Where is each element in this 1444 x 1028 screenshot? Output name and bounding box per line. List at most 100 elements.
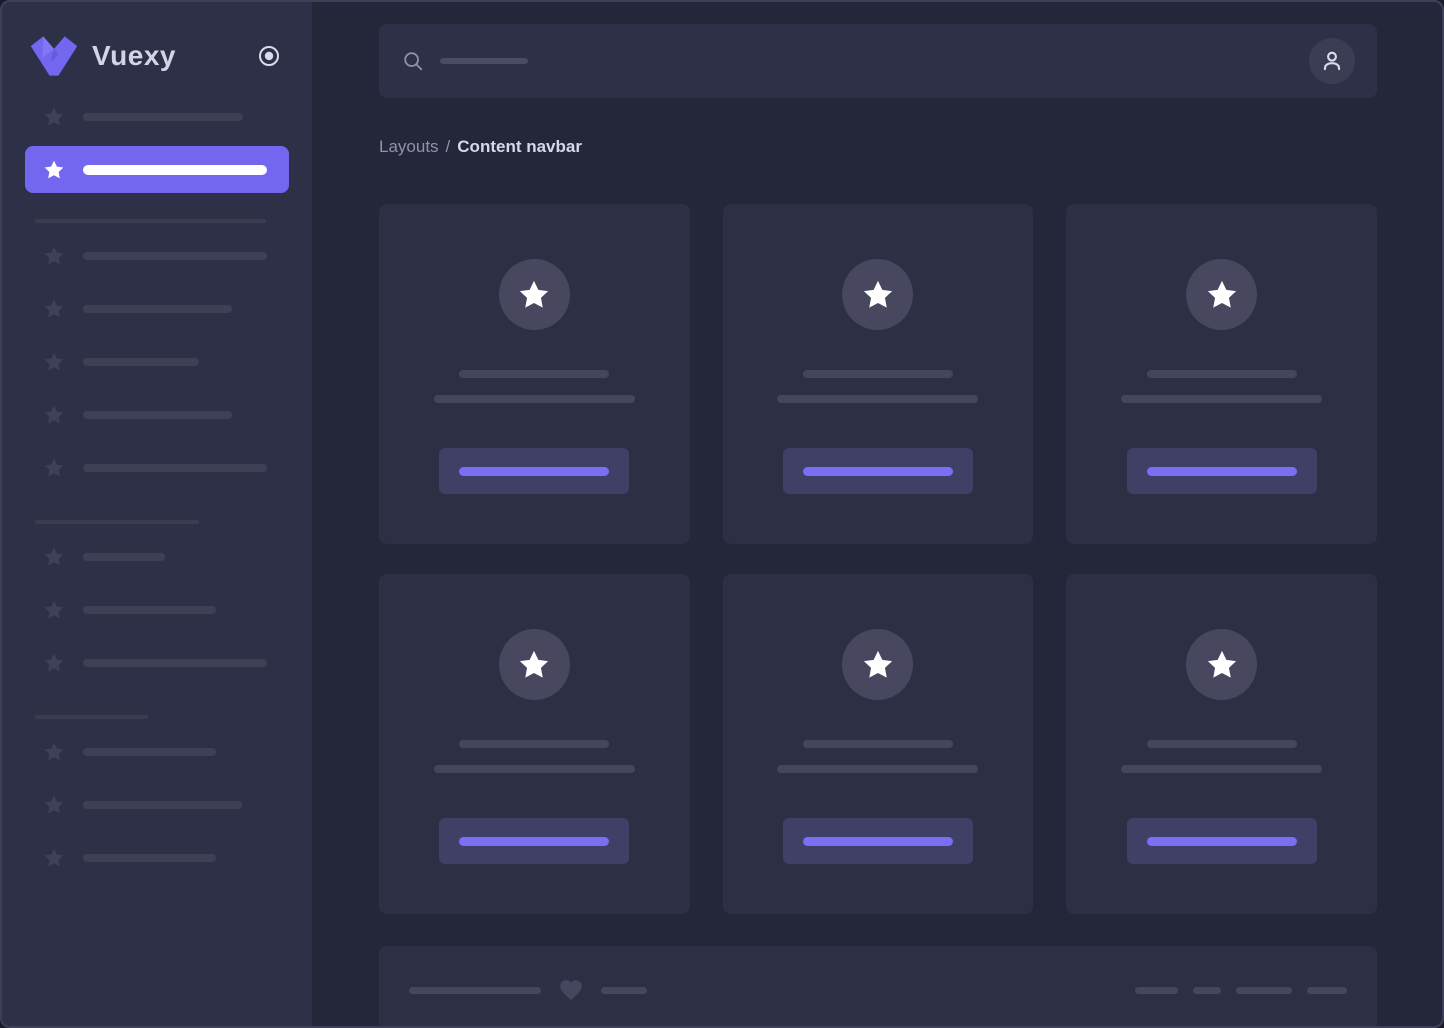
sidebar-item-label-bar [83, 165, 267, 175]
skeleton-card [379, 204, 690, 544]
search-icon [402, 50, 424, 72]
card-subtitle-bar [777, 765, 978, 773]
breadcrumb-parent[interactable]: Layouts [379, 136, 439, 157]
star-icon [42, 740, 66, 764]
breadcrumb: Layouts / Content navbar [379, 136, 1373, 157]
vuexy-logo-icon [29, 35, 79, 77]
star-icon [42, 403, 66, 427]
footer-card [379, 946, 1377, 1028]
sidebar-item[interactable] [25, 335, 289, 388]
button-label-bar [803, 467, 953, 476]
sidebar-item-label-bar [83, 801, 242, 809]
card-action-button[interactable] [1127, 448, 1317, 494]
sidebar-item[interactable] [25, 441, 289, 494]
star-icon [42, 244, 66, 268]
footer-placeholder-bar [1307, 987, 1347, 994]
card-action-button[interactable] [783, 448, 973, 494]
button-label-bar [459, 837, 609, 846]
sidebar-item-label-bar [83, 659, 267, 667]
sidebar-item[interactable] [25, 282, 289, 335]
sidebar-item[interactable] [25, 636, 289, 689]
card-title-bar [1147, 370, 1297, 378]
search-input[interactable] [402, 50, 1309, 72]
sidebar-item[interactable] [25, 229, 289, 282]
footer-placeholder-bar [601, 987, 647, 994]
footer-right-group [1135, 977, 1347, 1003]
sidebar-item-label-bar [83, 606, 216, 614]
sidebar-nav [25, 90, 289, 884]
star-icon [42, 456, 66, 480]
footer-placeholder-bar [409, 987, 541, 994]
card-action-button[interactable] [1127, 818, 1317, 864]
sidebar-item[interactable] [25, 831, 289, 884]
star-icon [42, 793, 66, 817]
sidebar-header: Vuexy [25, 2, 289, 80]
skeleton-card [723, 574, 1034, 914]
card-action-button[interactable] [783, 818, 973, 864]
sidebar-item-label-bar [83, 305, 232, 313]
sidebar-item[interactable] [25, 388, 289, 441]
card-title-bar [803, 370, 953, 378]
star-icon [42, 158, 66, 182]
brand-name: Vuexy [92, 40, 257, 72]
sidebar-item-label-bar [83, 113, 243, 121]
cards-grid [379, 204, 1377, 914]
app-window: Vuexy Layouts / Content navbar [0, 0, 1444, 1028]
star-icon [516, 277, 552, 313]
card-avatar-circle [499, 629, 570, 700]
star-icon [42, 598, 66, 622]
sidebar-section-heading-bar [35, 715, 148, 719]
sidebar-item-label-bar [83, 358, 199, 366]
card-subtitle-bar [777, 395, 978, 403]
sidebar-section-heading-bar [35, 520, 199, 524]
star-icon [1204, 277, 1240, 313]
footer-placeholder-bar [1135, 987, 1178, 994]
card-subtitle-bar [1121, 765, 1322, 773]
star-icon [42, 297, 66, 321]
card-title-bar [1147, 740, 1297, 748]
sidebar-item[interactable] [25, 725, 289, 778]
sidebar-item-label-bar [83, 854, 216, 862]
star-icon [1204, 647, 1240, 683]
card-avatar-circle [842, 259, 913, 330]
card-action-button[interactable] [439, 818, 629, 864]
sidebar-item-label-bar [83, 464, 267, 472]
skeleton-card [379, 574, 690, 914]
skeleton-card [1066, 574, 1377, 914]
card-subtitle-bar [1121, 395, 1322, 403]
card-subtitle-bar [434, 395, 635, 403]
sidebar-section-heading-bar [35, 219, 266, 223]
top-navbar [379, 24, 1377, 98]
card-title-bar [459, 740, 609, 748]
footer-left-group [409, 977, 647, 1003]
sidebar-item-label-bar [83, 252, 267, 260]
sidebar-item[interactable] [25, 90, 289, 143]
star-icon [42, 651, 66, 675]
card-avatar-circle [1186, 629, 1257, 700]
sidebar-item-active[interactable] [25, 146, 289, 193]
card-title-bar [803, 740, 953, 748]
person-icon [1319, 48, 1345, 74]
star-icon [42, 846, 66, 870]
sidebar: Vuexy [2, 2, 312, 1026]
sidebar-item[interactable] [25, 530, 289, 583]
sidebar-item-label-bar [83, 748, 216, 756]
star-icon [42, 545, 66, 569]
user-avatar-button[interactable] [1309, 38, 1355, 84]
star-icon [42, 350, 66, 374]
skeleton-card [723, 204, 1034, 544]
card-avatar-circle [1186, 259, 1257, 330]
breadcrumb-current: Content navbar [457, 136, 582, 157]
sidebar-item[interactable] [25, 583, 289, 636]
button-label-bar [1147, 467, 1297, 476]
star-icon [860, 277, 896, 313]
sidebar-item[interactable] [25, 778, 289, 831]
button-label-bar [459, 467, 609, 476]
sidebar-item-label-bar [83, 553, 165, 561]
main-content: Layouts / Content navbar [312, 2, 1442, 1026]
card-subtitle-bar [434, 765, 635, 773]
star-icon [516, 647, 552, 683]
card-action-button[interactable] [439, 448, 629, 494]
menu-pin-toggle-icon[interactable] [257, 44, 281, 68]
card-avatar-circle [499, 259, 570, 330]
